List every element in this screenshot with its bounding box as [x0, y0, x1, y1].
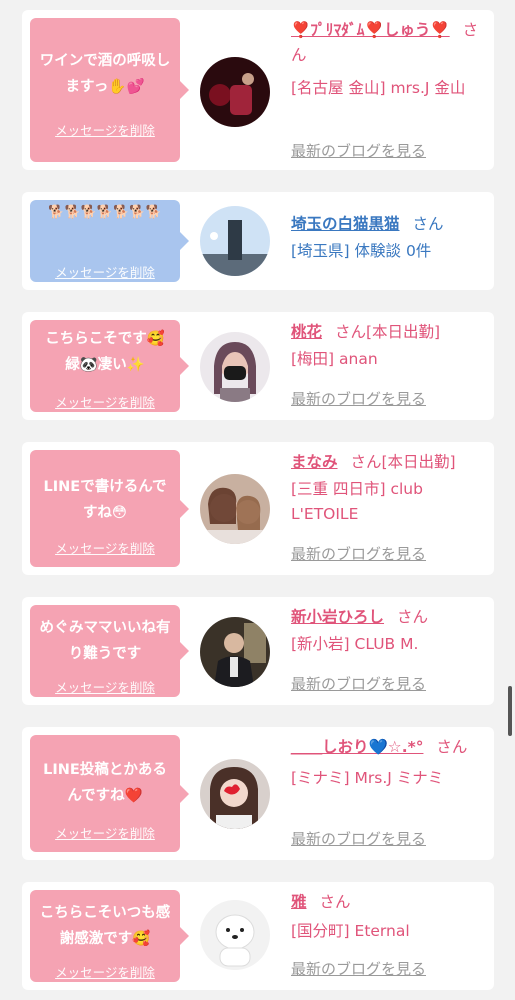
- user-name-link[interactable]: 埼玉の白猫黒猫: [291, 215, 400, 233]
- honorific: さん: [412, 215, 444, 233]
- user-name-link[interactable]: 雅: [291, 893, 307, 911]
- message-text: こちらこそです🥰緑🐼凄い✨: [45, 331, 165, 373]
- latest-blog-link[interactable]: 最新のブログを見る: [291, 673, 426, 694]
- honorific: さん: [436, 738, 468, 756]
- message-text: こちらこそいつも感謝感激です🥰: [39, 905, 171, 947]
- delete-message-link[interactable]: メッセージを削除: [30, 120, 180, 139]
- message-bubble: 🐕🐕🐕🐕🐕🐕🐕 メッセージを削除: [30, 200, 189, 282]
- message-card: LINEで書けるんですね😳 メッセージを削除 まなみ さん[本日出勤] [三重 …: [22, 442, 494, 575]
- latest-blog-link[interactable]: 最新のブログを見る: [291, 958, 426, 979]
- avatar[interactable]: [200, 617, 270, 687]
- message-text: LINEで書けるんですね😳: [43, 479, 167, 521]
- message-text: LINE投稿とかあるんですね❤️: [43, 762, 167, 804]
- honorific: さん: [396, 608, 428, 626]
- message-bubble: LINEで書けるんですね😳 メッセージを削除: [30, 450, 189, 567]
- review-info: [埼玉県] 体験談 0件: [291, 242, 432, 260]
- user-info: 新小岩ひろし さん [新小岩] CLUB M.: [291, 605, 487, 657]
- honorific: さん: [319, 893, 351, 911]
- honorific: さん: [334, 323, 366, 341]
- user-info: 雅 さん [国分町] Eternal: [291, 890, 487, 944]
- user-info: まなみ さん[本日出勤] [三重 四日市] club L'ETOILE: [291, 450, 487, 527]
- user-name-link[interactable]: まなみ: [291, 453, 338, 471]
- shop-name: [三重 四日市] club L'ETOILE: [291, 480, 423, 523]
- delete-message-link[interactable]: メッセージを削除: [30, 962, 180, 981]
- latest-blog-link[interactable]: 最新のブログを見る: [291, 388, 426, 409]
- avatar[interactable]: [200, 759, 270, 829]
- message-card: 🐕🐕🐕🐕🐕🐕🐕 メッセージを削除 埼玉の白猫黒猫 さん [埼玉県] 体験談 0件: [22, 192, 494, 290]
- delete-message-link[interactable]: メッセージを削除: [30, 392, 180, 411]
- user-name-link[interactable]: ＿＿しおり💙☆.*°: [291, 738, 423, 756]
- message-card: ワインで酒の呼吸しますっ✋💕 メッセージを削除 ❣️ﾌﾟﾘﾏﾀﾞﾑ❣️しゅう❣️…: [22, 10, 494, 170]
- user-name-link[interactable]: 桃花: [291, 323, 322, 341]
- user-info: 埼玉の白猫黒猫 さん [埼玉県] 体験談 0件: [291, 212, 487, 264]
- user-info: ＿＿しおり💙☆.*° さん [ミナミ] Mrs.J ミナミ: [291, 735, 487, 791]
- message-card: こちらこそです🥰緑🐼凄い✨ メッセージを削除 桃花 さん[本日出勤] [梅田] …: [22, 312, 494, 420]
- status-text: [本日出勤]: [365, 323, 441, 341]
- latest-blog-link[interactable]: 最新のブログを見る: [291, 140, 426, 161]
- shop-name: [梅田] anan: [291, 350, 378, 368]
- message-card: こちらこそいつも感謝感激です🥰 メッセージを削除 雅 さん [国分町] Eter…: [22, 882, 494, 990]
- honorific: さん: [350, 453, 382, 471]
- user-name-link[interactable]: ❣️ﾌﾟﾘﾏﾀﾞﾑ❣️しゅう❣️: [291, 21, 450, 39]
- user-name-link[interactable]: 新小岩ひろし: [291, 608, 384, 626]
- status-text: [本日出勤]: [381, 453, 456, 471]
- delete-message-link[interactable]: メッセージを削除: [30, 262, 180, 281]
- message-text: めぐみママいいね有り難うです: [39, 620, 171, 662]
- user-info: 桃花 さん[本日出勤] [梅田] anan: [291, 320, 487, 372]
- message-bubble: LINE投稿とかあるんですね❤️ メッセージを削除: [30, 735, 189, 852]
- delete-message-link[interactable]: メッセージを削除: [30, 677, 180, 696]
- avatar[interactable]: [200, 900, 270, 970]
- shop-name: [新小岩] CLUB M.: [291, 635, 419, 653]
- message-text: ワインで酒の呼吸しますっ✋💕: [39, 53, 171, 95]
- shop-name: [ミナミ] Mrs.J ミナミ: [291, 769, 444, 787]
- message-bubble: めぐみママいいね有り難うです メッセージを削除: [30, 605, 189, 697]
- user-info: ❣️ﾌﾟﾘﾏﾀﾞﾑ❣️しゅう❣️ さん [名古屋 金山] mrs.J 金山: [291, 18, 487, 101]
- delete-message-link[interactable]: メッセージを削除: [30, 823, 180, 842]
- scrollbar[interactable]: [508, 686, 512, 736]
- latest-blog-link[interactable]: 最新のブログを見る: [291, 543, 426, 564]
- avatar[interactable]: [200, 474, 270, 544]
- message-bubble: ワインで酒の呼吸しますっ✋💕 メッセージを削除: [30, 18, 189, 162]
- avatar[interactable]: [200, 206, 270, 276]
- message-card: めぐみママいいね有り難うです メッセージを削除 新小岩ひろし さん [新小岩] …: [22, 597, 494, 705]
- avatar[interactable]: [200, 332, 270, 402]
- latest-blog-link[interactable]: 最新のブログを見る: [291, 828, 426, 849]
- delete-message-link[interactable]: メッセージを削除: [30, 538, 180, 557]
- message-list: ワインで酒の呼吸しますっ✋💕 メッセージを削除 ❣️ﾌﾟﾘﾏﾀﾞﾑ❣️しゅう❣️…: [0, 0, 515, 1000]
- message-bubble: こちらこそです🥰緑🐼凄い✨ メッセージを削除: [30, 320, 189, 412]
- shop-name: [国分町] Eternal: [291, 922, 410, 940]
- message-bubble: こちらこそいつも感謝感激です🥰 メッセージを削除: [30, 890, 189, 982]
- message-card: LINE投稿とかあるんですね❤️ メッセージを削除 ＿＿しおり💙☆.*° さん …: [22, 727, 494, 860]
- avatar[interactable]: [200, 57, 270, 127]
- message-text: 🐕🐕🐕🐕🐕🐕🐕: [48, 205, 162, 220]
- shop-name: [名古屋 金山] mrs.J 金山: [291, 79, 466, 97]
